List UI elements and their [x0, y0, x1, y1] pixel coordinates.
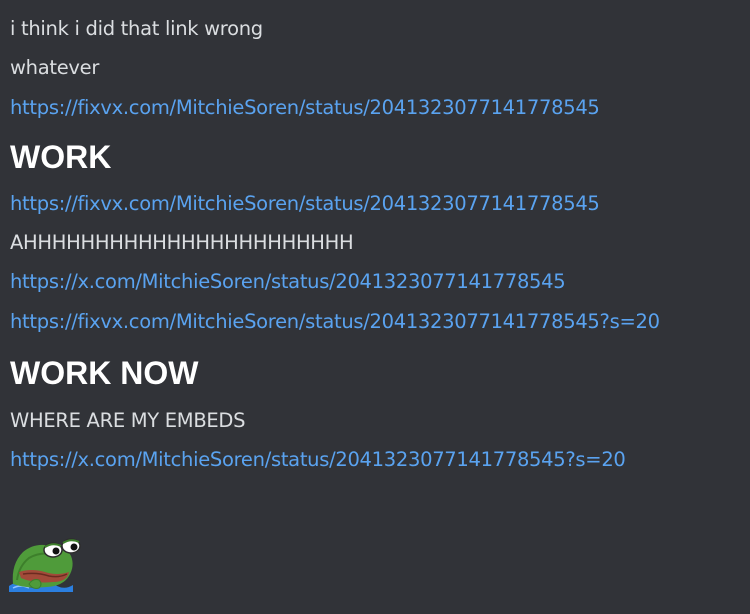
message-text: i think i did that link wrong — [10, 17, 263, 40]
peepo-frog-emoji-icon[interactable] — [9, 534, 85, 592]
chat-message-list: i think i did that link wrong whatever h… — [0, 0, 750, 614]
message-text: WHERE ARE MY EMBEDS — [10, 409, 246, 433]
message-heading: WORK NOW — [10, 355, 199, 392]
message-link[interactable]: https://x.com/MitchieSoren/status/204132… — [10, 440, 750, 479]
message-text: AHHHHHHHHHHHHHHHHHHHHHHH — [10, 231, 354, 255]
message-link[interactable]: https://fixvx.com/MitchieSoren/status/20… — [10, 88, 750, 127]
message-text: whatever — [10, 56, 100, 80]
message-link[interactable]: https://fixvx.com/MitchieSoren/status/20… — [10, 184, 750, 223]
message-heading: WORK — [10, 138, 112, 175]
message-link[interactable]: https://fixvx.com/MitchieSoren/status/20… — [10, 302, 750, 341]
message-link[interactable]: https://x.com/MitchieSoren/status/204132… — [10, 262, 750, 301]
